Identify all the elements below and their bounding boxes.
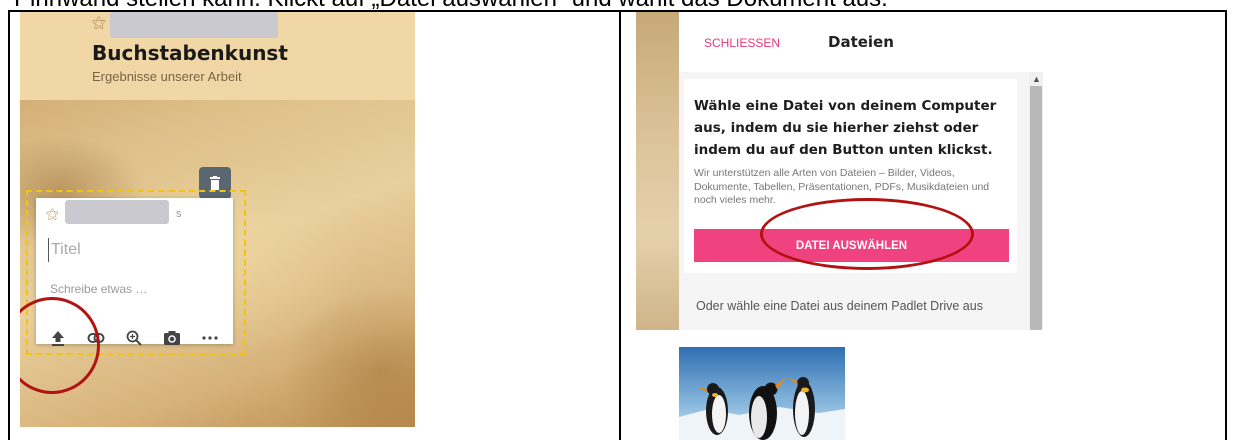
search-icon — [126, 330, 142, 346]
camera-button[interactable] — [160, 326, 184, 350]
post-body-input[interactable] — [50, 280, 220, 298]
author-name-suffix: s — [176, 208, 182, 220]
choose-file-highlight-circle — [760, 198, 974, 270]
board-header: ⚝ Buchstabenkunst Ergebnisse unserer Arb… — [20, 12, 415, 100]
dialog-scrollbar[interactable]: ▲ — [1029, 72, 1043, 330]
board-title: Buchstabenkunst — [92, 41, 288, 65]
post-title-input[interactable] — [48, 238, 218, 262]
redacted-author-name — [110, 12, 278, 38]
board-logo-icon: ⚝ — [92, 14, 106, 30]
more-icon — [202, 336, 218, 340]
author-avatar-icon: ⚝ — [46, 206, 59, 221]
scroll-up-arrow-icon[interactable]: ▲ — [1032, 74, 1041, 84]
camera-icon — [164, 331, 180, 345]
table-border-right — [1225, 10, 1227, 440]
upload-heading: Wähle eine Datei von deinem Computer aus… — [694, 98, 997, 158]
redacted-post-author — [65, 200, 169, 224]
penguin-illustration — [679, 347, 845, 440]
padlet-board-screenshot: ⚝ Buchstabenkunst Ergebnisse unserer Arb… — [20, 12, 415, 427]
table-border-middle — [619, 10, 621, 440]
image-search-button[interactable] — [122, 326, 146, 350]
penguin-image-thumbnail[interactable] — [679, 347, 845, 440]
trash-icon — [210, 176, 220, 190]
close-button[interactable]: SCHLIESSEN — [704, 36, 780, 50]
padlet-drive-link[interactable]: Oder wähle eine Datei aus deinem Padlet … — [696, 299, 983, 313]
more-options-button[interactable] — [198, 326, 222, 350]
dialog-header: SCHLIESSEN Dateien — [679, 12, 1043, 72]
table-border-left — [8, 10, 10, 440]
files-dialog: SCHLIESSEN Dateien Wähle eine Datei von … — [679, 12, 1043, 330]
dialog-title: Dateien — [828, 33, 894, 51]
board-subtitle: Ergebnisse unserer Arbeit — [92, 69, 242, 84]
scrollbar-thumb[interactable] — [1030, 86, 1042, 330]
